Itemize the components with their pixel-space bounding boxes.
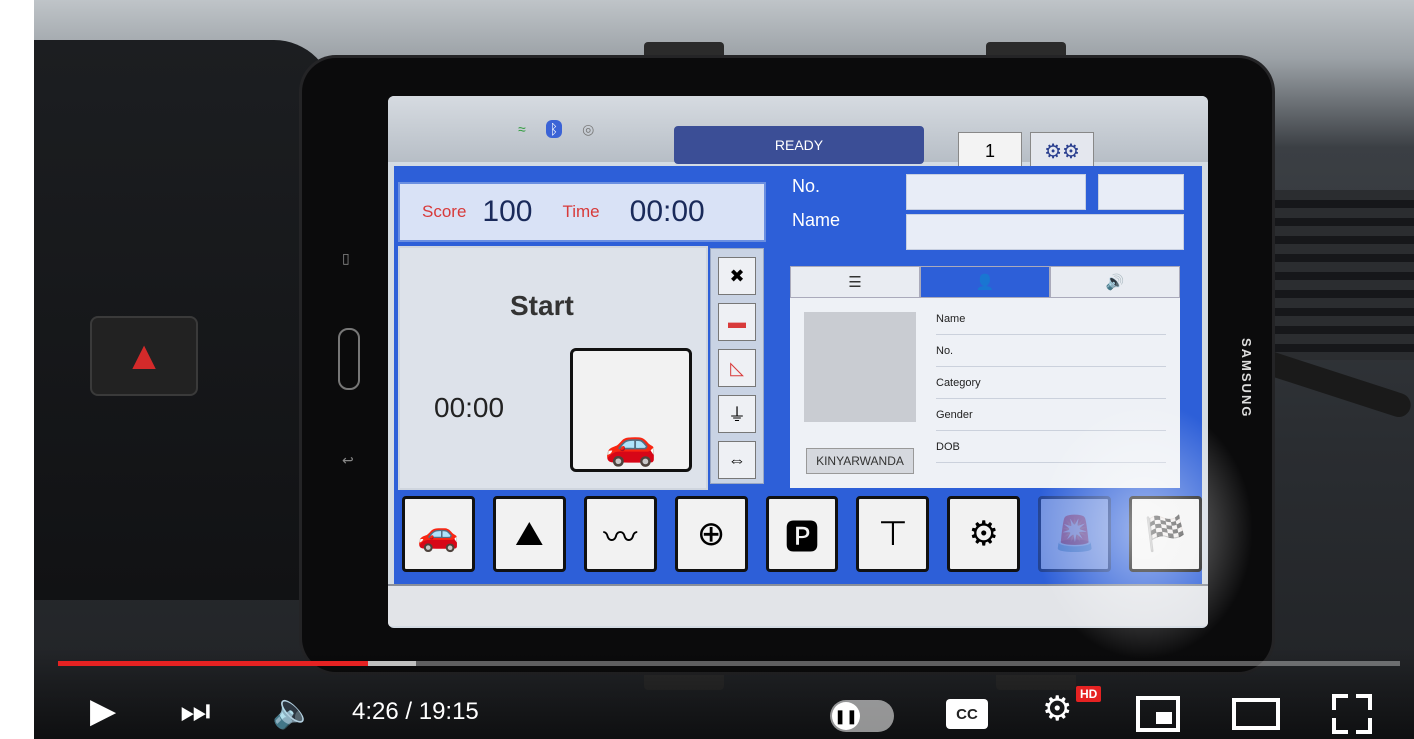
tab-profile[interactable]: 👤 bbox=[920, 266, 1050, 298]
hazard-button-icon: ▲ bbox=[90, 316, 198, 396]
status-icons: ≈ ᛒ ◎ bbox=[518, 120, 594, 138]
step-timer: 00:00 bbox=[434, 392, 505, 423]
profile-tabs: ☰ 👤 🔊 bbox=[790, 266, 1180, 298]
air-vent bbox=[1264, 190, 1414, 360]
profile-photo bbox=[804, 312, 916, 422]
brake-icon[interactable]: ◺ bbox=[718, 349, 756, 387]
play-button[interactable]: ▶ bbox=[90, 694, 116, 728]
s-curve-icon[interactable]: 〰 bbox=[583, 496, 657, 572]
score-value: 100 bbox=[482, 195, 533, 228]
seatbelt-tool-icon[interactable]: ✖ bbox=[718, 257, 756, 295]
recent-apps-icon: ▯ bbox=[342, 250, 350, 266]
next-button[interactable]: ⏭ bbox=[180, 694, 211, 728]
pause-icon: ❚❚ bbox=[832, 702, 860, 730]
score-bar: Score 100 Time 00:00 bbox=[398, 182, 766, 242]
status-bar: READY bbox=[674, 126, 924, 164]
language-button[interactable]: KINYARWANDA bbox=[806, 448, 914, 474]
hd-badge: HD bbox=[1076, 686, 1102, 702]
video-frame[interactable]: ▲ ▯ ↩ SAMSUNG ≈ ᛒ ◎ READY 1 ⚙⚙ Score 100… bbox=[34, 0, 1414, 739]
home-button bbox=[338, 328, 360, 390]
roundabout-icon[interactable]: ⊕ bbox=[674, 496, 748, 572]
no-label: No. bbox=[792, 176, 821, 196]
fullscreen-button[interactable] bbox=[1332, 694, 1372, 734]
name-field[interactable] bbox=[906, 214, 1184, 250]
name-label: Name bbox=[792, 210, 841, 230]
time-value: 00:00 bbox=[629, 195, 705, 228]
back-icon: ↩ bbox=[342, 452, 354, 468]
autoplay-toggle[interactable]: ❚❚ bbox=[830, 700, 894, 732]
volume-icon[interactable]: 🔈 bbox=[272, 694, 314, 728]
plug-icon[interactable]: ⏚ bbox=[718, 395, 756, 433]
wifi-icon: ≈ bbox=[518, 121, 526, 137]
signal-arrows-icon[interactable]: ⇔ bbox=[718, 441, 756, 479]
profile-field-name: Name bbox=[936, 304, 1166, 335]
gear-shift-icon[interactable]: ⚙ bbox=[947, 496, 1021, 572]
app-top-bar: ≈ ᛒ ◎ READY 1 ⚙⚙ bbox=[388, 96, 1208, 170]
side-toolbar: ✖ ▬ ◺ ⏚ ⇔ bbox=[710, 248, 764, 484]
car-dashboard-left: ▲ bbox=[34, 40, 334, 600]
belt-icon[interactable]: ▬ bbox=[718, 303, 756, 341]
session-counter[interactable]: 1 bbox=[958, 132, 1022, 170]
start-hill-icon[interactable]: 🚗 bbox=[402, 496, 475, 572]
step-title: Start bbox=[510, 290, 574, 321]
tab-list[interactable]: ☰ bbox=[790, 266, 920, 298]
score-label: Score bbox=[422, 202, 467, 221]
gears-icon: ⚙⚙ bbox=[1044, 140, 1080, 163]
settings-gear-icon[interactable]: ⚙ bbox=[1042, 692, 1072, 726]
time-display: 4:26 / 19:15 bbox=[352, 698, 479, 725]
theater-mode-button[interactable] bbox=[1232, 698, 1280, 730]
progress-bar[interactable] bbox=[58, 661, 1400, 666]
profile-field-no: No. bbox=[936, 336, 1166, 367]
miniplayer-button[interactable] bbox=[1136, 696, 1180, 732]
settings-button[interactable]: ⚙⚙ bbox=[1030, 132, 1094, 170]
slope-icon[interactable]: ⛰ bbox=[492, 496, 566, 572]
no-field[interactable] bbox=[906, 174, 1086, 210]
start-road-icon[interactable]: 🚗 bbox=[570, 348, 692, 472]
parking-icon[interactable]: 🅿 bbox=[765, 496, 839, 572]
captions-button[interactable]: CC bbox=[946, 699, 988, 729]
screen-glare bbox=[1034, 400, 1254, 660]
gps-icon: ◎ bbox=[582, 120, 595, 137]
profile-field-category: Category bbox=[936, 368, 1166, 399]
no-suffix-field[interactable] bbox=[1098, 174, 1184, 210]
tab-audio[interactable]: 🔊 bbox=[1050, 266, 1180, 298]
bluetooth-icon: ᛒ bbox=[545, 120, 563, 138]
progress-played bbox=[58, 661, 368, 666]
t-junction-icon[interactable]: ⊤ bbox=[856, 496, 930, 572]
time-label: Time bbox=[562, 202, 600, 221]
current-step-box: Start 00:00 🚗 bbox=[398, 246, 708, 490]
